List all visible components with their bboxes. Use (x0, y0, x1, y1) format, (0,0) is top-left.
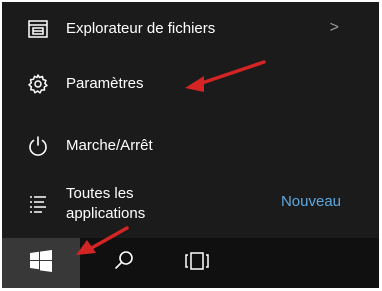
menu-item-settings[interactable]: Paramètres (2, 57, 379, 111)
task-view-button[interactable] (167, 238, 227, 288)
new-badge: Nouveau (280, 193, 341, 210)
all-apps-icon (24, 190, 52, 218)
windows-logo-icon (30, 249, 52, 277)
menu-item-power[interactable]: Marche/Arrêt (2, 119, 379, 173)
search-icon (112, 249, 136, 278)
menu-item-label: Toutes les applications (66, 185, 146, 222)
menu-item-label: Marche/Arrêt (66, 137, 153, 154)
taskbar (2, 238, 379, 288)
search-button[interactable] (94, 238, 154, 288)
start-menu: Explorateur de fichiers > Paramètres Mar… (2, 2, 379, 227)
gear-icon (24, 70, 52, 98)
chevron-right-icon: > (329, 19, 339, 36)
power-icon (24, 132, 52, 160)
task-view-icon (182, 250, 212, 277)
menu-item-file-explorer[interactable]: Explorateur de fichiers > (2, 2, 379, 56)
menu-item-all-apps[interactable]: Toutes les applications Nouveau (2, 177, 379, 231)
file-explorer-icon (24, 15, 52, 43)
menu-item-label: Explorateur de fichiers (66, 20, 216, 37)
start-menu-screenshot: Explorateur de fichiers > Paramètres Mar… (2, 2, 379, 288)
start-button[interactable] (2, 238, 80, 288)
menu-item-label: Paramètres (66, 75, 144, 92)
